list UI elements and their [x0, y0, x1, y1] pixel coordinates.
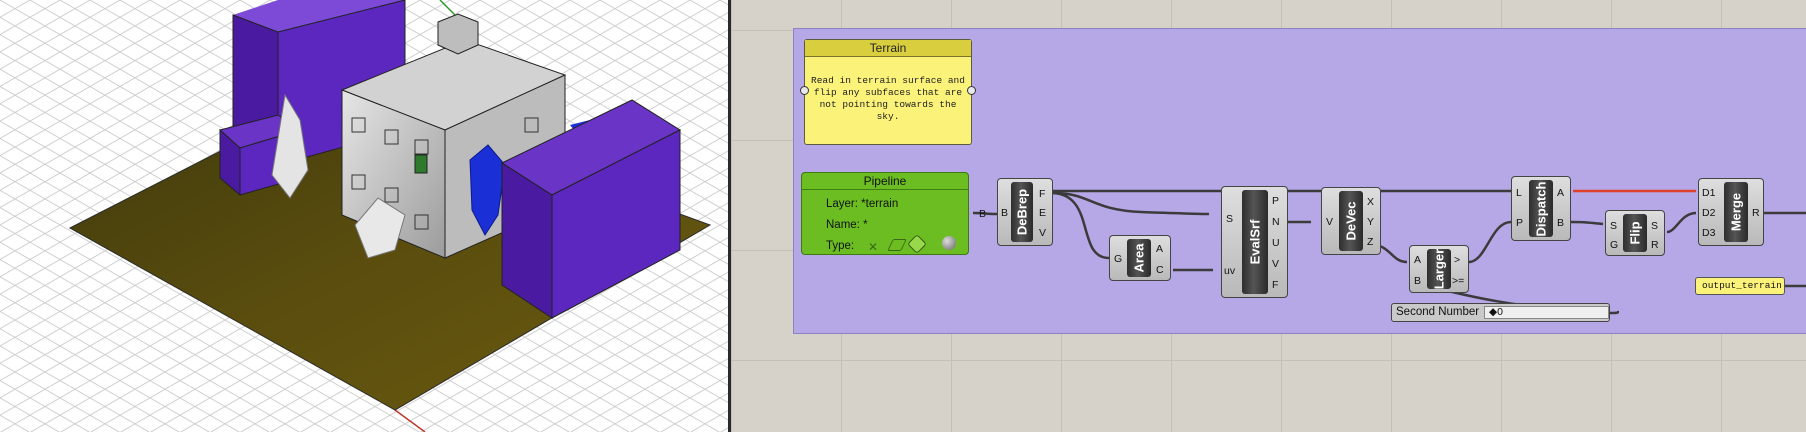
merge-output-r[interactable]: R — [1752, 207, 1760, 219]
debrep-label: DeBrep — [1014, 188, 1030, 236]
slider-label: Second Number — [1396, 306, 1480, 318]
debrep-output-e[interactable]: E — [1039, 207, 1046, 219]
area-output-c[interactable]: C — [1156, 264, 1164, 276]
evalsrf-input-s[interactable]: S — [1226, 213, 1233, 225]
evalsrf-output-u[interactable]: U — [1272, 237, 1280, 249]
flip-label: Flip — [1627, 221, 1643, 245]
debrep-input-b[interactable]: B — [1001, 207, 1008, 219]
evalsrf-input-uv[interactable]: uv — [1224, 265, 1235, 277]
dispatch-input-p[interactable]: P — [1516, 217, 1523, 229]
devec-output-x[interactable]: X — [1367, 196, 1374, 208]
larger-output-gt[interactable]: > — [1454, 254, 1460, 266]
area-label: Area — [1131, 243, 1147, 273]
point-type-icon[interactable]: ✕ — [868, 240, 878, 254]
devec-component[interactable]: DeVec V X Y Z — [1321, 187, 1381, 255]
pipeline-type: Type: — [826, 240, 855, 252]
rhino-viewport[interactable] — [0, 0, 728, 432]
dispatch-label: Dispatch — [1533, 181, 1549, 236]
larger-component[interactable]: Larger A B > >= — [1409, 245, 1469, 293]
output-terrain-panel[interactable]: output_terrain — [1695, 277, 1785, 295]
mesh-type-icon[interactable] — [942, 236, 956, 250]
evalsrf-output-v[interactable]: V — [1272, 258, 1279, 270]
terrain-panel-input-port[interactable] — [800, 86, 809, 95]
merge-input-d3[interactable]: D3 — [1702, 227, 1715, 239]
slider-track[interactable]: ◆0 — [1484, 306, 1609, 319]
flip-component[interactable]: Flip S G S R — [1605, 210, 1665, 256]
evalsrf-output-p[interactable]: P — [1272, 195, 1279, 207]
merge-input-d2[interactable]: D2 — [1702, 207, 1715, 219]
pipeline-component[interactable]: Pipeline Layer: *terrain Name: * Type: ✕… — [801, 172, 986, 255]
larger-input-b[interactable]: B — [1414, 275, 1421, 287]
larger-input-a[interactable]: A — [1414, 254, 1421, 266]
area-output-a[interactable]: A — [1156, 243, 1163, 255]
merge-input-d1[interactable]: D1 — [1702, 187, 1715, 199]
larger-output-gte[interactable]: >= — [1452, 275, 1464, 287]
terrain-panel-text: Read in terrain surface and flip any sub… — [811, 75, 965, 122]
pipeline-name: Name: * — [826, 219, 868, 231]
evalsrf-component[interactable]: EvalSrf S uv P N U V F — [1221, 186, 1288, 298]
pipeline-title: Pipeline — [802, 173, 968, 190]
dispatch-output-a[interactable]: A — [1557, 187, 1564, 199]
merge-label: Merge — [1728, 192, 1744, 232]
area-input-g[interactable]: G — [1114, 253, 1122, 265]
flip-input-s[interactable]: S — [1610, 220, 1617, 232]
devec-input-v[interactable]: V — [1326, 216, 1333, 228]
devec-label: DeVec — [1343, 201, 1359, 241]
debrep-component[interactable]: DeBrep B F E V — [997, 178, 1053, 246]
terrain-panel-title: Terrain — [805, 40, 971, 57]
larger-label: Larger — [1431, 248, 1447, 290]
flip-output-s[interactable]: S — [1651, 220, 1658, 232]
merge-component[interactable]: Merge D1 D2 D3 R — [1698, 178, 1764, 246]
debrep-output-v[interactable]: V — [1039, 227, 1046, 239]
area-component[interactable]: Area G A C — [1109, 235, 1171, 281]
curve-type-icon[interactable] — [887, 239, 907, 251]
dispatch-output-b[interactable]: B — [1557, 217, 1564, 229]
pipeline-layer: Layer: *terrain — [826, 198, 899, 210]
devec-output-z[interactable]: Z — [1367, 236, 1373, 248]
evalsrf-output-n[interactable]: N — [1272, 216, 1280, 228]
dispatch-component[interactable]: Dispatch L P A B — [1511, 176, 1571, 241]
terrain-panel[interactable]: Terrain Read in terrain surface and flip… — [800, 39, 976, 145]
chimney — [437, 13, 479, 55]
surface-type-icon[interactable] — [907, 234, 927, 254]
evalsrf-label: EvalSrf — [1247, 219, 1263, 265]
evalsrf-output-f[interactable]: F — [1272, 279, 1278, 291]
terrain-panel-output-port[interactable] — [967, 86, 976, 95]
second-number-slider[interactable]: Second Number ◆0 — [1391, 303, 1610, 322]
devec-output-y[interactable]: Y — [1367, 216, 1374, 228]
pipeline-output-b[interactable]: B — [979, 208, 986, 220]
viewport-scene — [0, 0, 728, 432]
dispatch-input-l[interactable]: L — [1516, 187, 1522, 199]
flip-output-r[interactable]: R — [1651, 239, 1659, 251]
flip-input-g[interactable]: G — [1610, 239, 1618, 251]
grasshopper-canvas[interactable]: Terrain Read in terrain surface and flip… — [731, 0, 1806, 432]
debrep-output-f[interactable]: F — [1039, 188, 1045, 200]
